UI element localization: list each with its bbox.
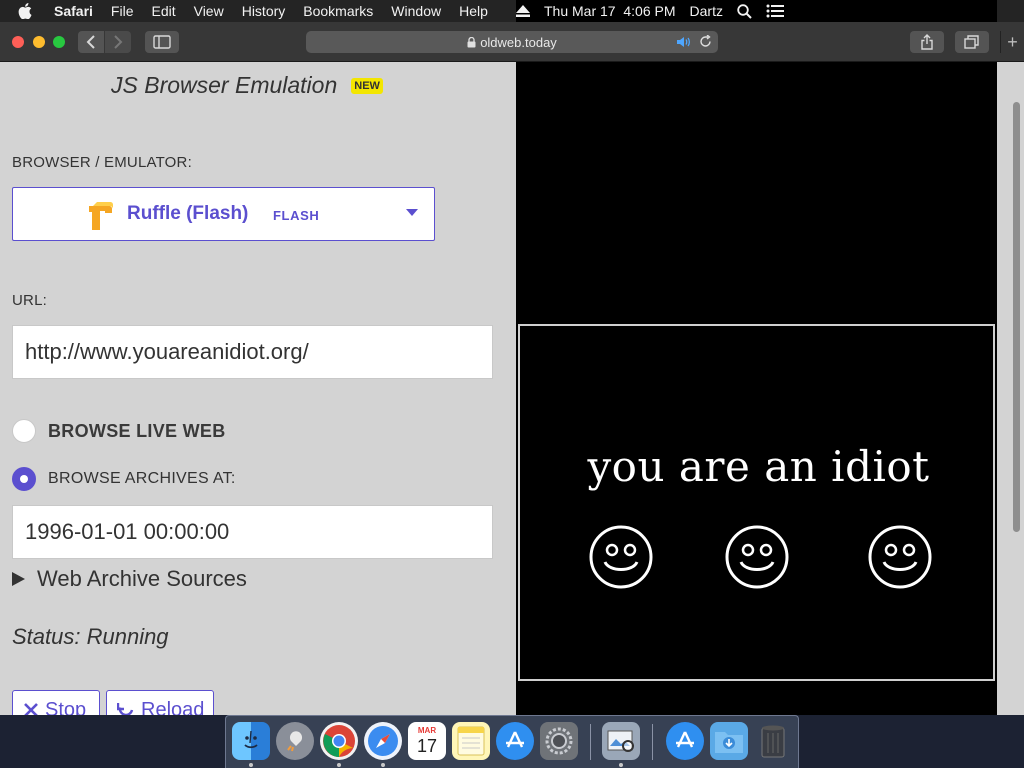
smiley-face-icon xyxy=(589,525,653,589)
web-archive-sources-label: Web Archive Sources xyxy=(37,566,247,591)
browser-toolbar: oldweb.today + xyxy=(0,22,1024,62)
menu-user[interactable]: Dartz xyxy=(690,3,723,19)
close-window-button[interactable] xyxy=(12,36,24,48)
calendar-icon[interactable]: MAR 17 xyxy=(408,722,446,760)
show-tabs-button[interactable] xyxy=(955,31,989,53)
lock-icon xyxy=(467,36,476,48)
zoom-window-button[interactable] xyxy=(53,36,65,48)
browse-live-option[interactable]: BROWSE LIVE WEB xyxy=(12,419,226,443)
menu-file[interactable]: File xyxy=(111,3,134,19)
running-indicator xyxy=(381,763,385,767)
flash-content-frame[interactable]: you are an idiot xyxy=(518,324,995,681)
chevron-left-icon xyxy=(86,35,95,49)
emulator-viewport[interactable]: you are an idiot xyxy=(516,62,997,715)
chrome-icon[interactable] xyxy=(320,722,358,760)
speaker-icon[interactable] xyxy=(676,35,692,52)
back-button[interactable] xyxy=(78,31,104,53)
share-icon xyxy=(921,34,933,50)
close-icon xyxy=(23,702,39,715)
browse-archives-label: BROWSE ARCHIVES AT: xyxy=(48,470,236,487)
smiley-face-icon xyxy=(725,525,789,589)
running-indicator xyxy=(619,763,623,767)
status-text: Status: Running xyxy=(12,624,169,649)
menu-edit[interactable]: Edit xyxy=(151,3,175,19)
eject-icon[interactable] xyxy=(516,5,530,17)
launchpad-icon[interactable] xyxy=(276,722,314,760)
reload-page-icon[interactable] xyxy=(699,34,712,51)
forward-button[interactable] xyxy=(105,31,131,53)
page-heading: JS Browser Emulation NEW xyxy=(111,72,383,99)
running-indicator xyxy=(249,763,253,767)
finder-icon[interactable] xyxy=(232,722,270,760)
browse-live-label: BROWSE LIVE WEB xyxy=(48,420,226,441)
browse-archives-option[interactable]: BROWSE ARCHIVES AT: xyxy=(12,467,236,491)
url-label: URL: xyxy=(12,292,47,309)
notification-center-icon[interactable] xyxy=(766,4,784,18)
dock-separator xyxy=(652,724,653,760)
sidebar-icon xyxy=(153,35,171,49)
web-page: JS Browser Emulation NEW BROWSER / EMULA… xyxy=(0,62,1024,715)
plus-icon: + xyxy=(1007,31,1018,52)
url-input[interactable]: http://www.youareanidiot.org/ xyxy=(12,325,493,379)
emulator-name: Ruffle (Flash) xyxy=(127,203,249,224)
tabs-icon xyxy=(964,35,979,49)
flash-message: you are an idiot xyxy=(587,442,930,491)
system-preferences-icon[interactable] xyxy=(540,722,578,760)
refresh-icon xyxy=(117,701,135,715)
menu-help[interactable]: Help xyxy=(459,3,488,19)
running-indicator xyxy=(337,763,341,767)
menu-bar: Safari File Edit View History Bookmarks … xyxy=(0,0,1024,22)
new-badge: NEW xyxy=(351,77,383,94)
applications-folder-icon[interactable] xyxy=(666,722,704,760)
menu-clock[interactable]: Thu Mar 17 4:06 PM xyxy=(544,3,676,19)
caret-down-icon xyxy=(406,204,418,222)
emulator-label: BROWSER / EMULATOR: xyxy=(12,154,192,171)
menu-app-name[interactable]: Safari xyxy=(54,3,93,19)
ruffle-logo-icon xyxy=(83,198,117,237)
notes-icon[interactable] xyxy=(452,722,490,760)
share-button[interactable] xyxy=(910,31,944,53)
address-bar[interactable]: oldweb.today xyxy=(306,31,718,53)
preview-icon[interactable] xyxy=(602,722,640,760)
app-store-icon[interactable] xyxy=(496,722,534,760)
browse-archives-radio[interactable] xyxy=(12,467,36,491)
minimize-window-button[interactable] xyxy=(33,36,45,48)
stop-button[interactable]: Stop xyxy=(12,690,100,715)
dock: MAR 17 xyxy=(225,715,799,768)
stop-label: Stop xyxy=(45,698,87,716)
archive-datetime-input[interactable]: 1996-01-01 00:00:00 xyxy=(12,505,493,559)
emulator-tag: FLASH xyxy=(273,208,320,223)
page-scrollbar[interactable] xyxy=(1008,62,1024,715)
browse-live-radio[interactable] xyxy=(12,419,36,443)
control-panel: JS Browser Emulation NEW BROWSER / EMULA… xyxy=(0,62,516,715)
scrollbar-thumb[interactable] xyxy=(1013,102,1020,532)
menu-history[interactable]: History xyxy=(242,3,286,19)
apple-icon[interactable] xyxy=(18,3,38,19)
spotlight-search-icon[interactable] xyxy=(737,3,752,19)
calendar-month: MAR xyxy=(417,726,437,735)
menu-bookmarks[interactable]: Bookmarks xyxy=(303,3,373,19)
dock-separator xyxy=(590,724,591,760)
downloads-folder-icon[interactable] xyxy=(710,722,748,760)
safari-icon[interactable] xyxy=(364,722,402,760)
reload-label: Reload xyxy=(141,698,205,716)
menu-window[interactable]: Window xyxy=(391,3,441,19)
web-archive-sources-toggle[interactable]: Web Archive Sources xyxy=(12,566,247,592)
new-tab-button[interactable]: + xyxy=(1000,31,1024,53)
chevron-right-icon xyxy=(114,35,123,49)
trash-icon[interactable] xyxy=(754,722,792,760)
disclosure-triangle-icon xyxy=(12,572,25,586)
page-title: JS Browser Emulation xyxy=(111,72,338,98)
reload-button[interactable]: Reload xyxy=(106,690,214,715)
calendar-day: 17 xyxy=(416,736,438,756)
menu-view[interactable]: View xyxy=(194,3,224,19)
address-bar-url: oldweb.today xyxy=(480,34,557,50)
smiley-face-icon xyxy=(868,525,932,589)
emulator-dropdown[interactable]: Ruffle (Flash) FLASH xyxy=(12,187,435,241)
sidebar-toggle-button[interactable] xyxy=(145,31,179,53)
